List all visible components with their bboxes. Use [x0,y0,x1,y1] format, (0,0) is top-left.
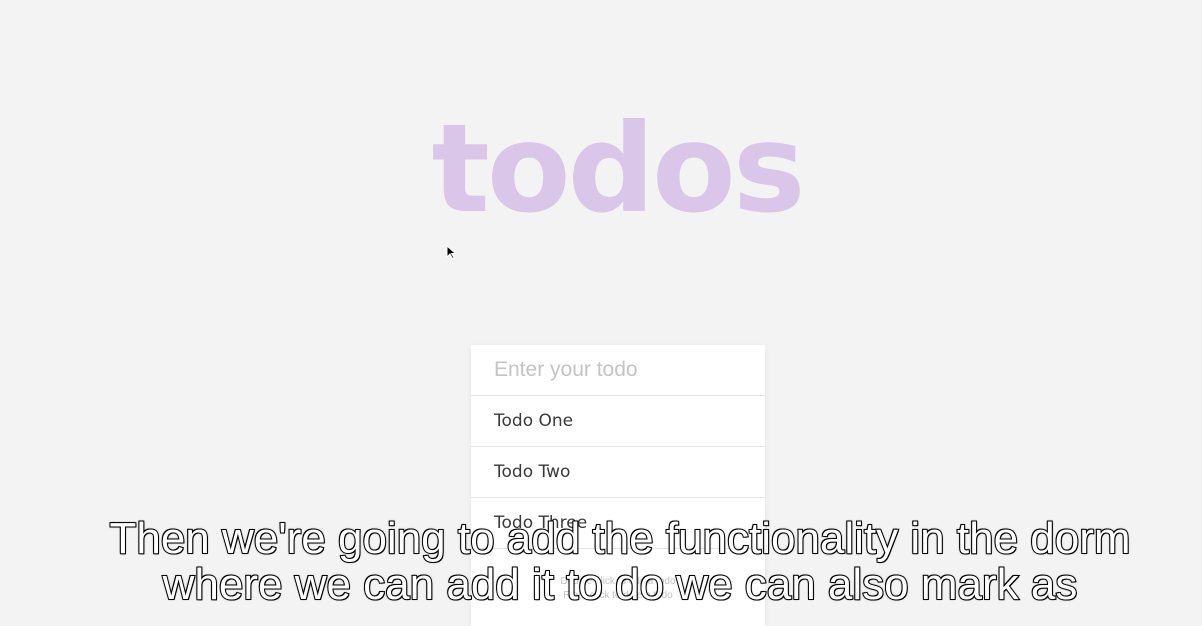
caption-line-1: Then we're going to add the functionalit… [108,514,1131,563]
app-title: todos [431,98,806,240]
mouse-pointer-icon [446,245,457,259]
todo-item[interactable]: Todo Two [471,447,765,498]
video-caption: Then we're going to add the functionalit… [40,514,1200,609]
todo-app-page: todos Todo One Todo Two Todo Three Doubl… [0,0,1202,626]
todo-item[interactable]: Todo One [471,396,765,447]
caption-line-2: where we can add it to do we can also ma… [162,560,1079,609]
todo-input[interactable] [471,345,765,396]
